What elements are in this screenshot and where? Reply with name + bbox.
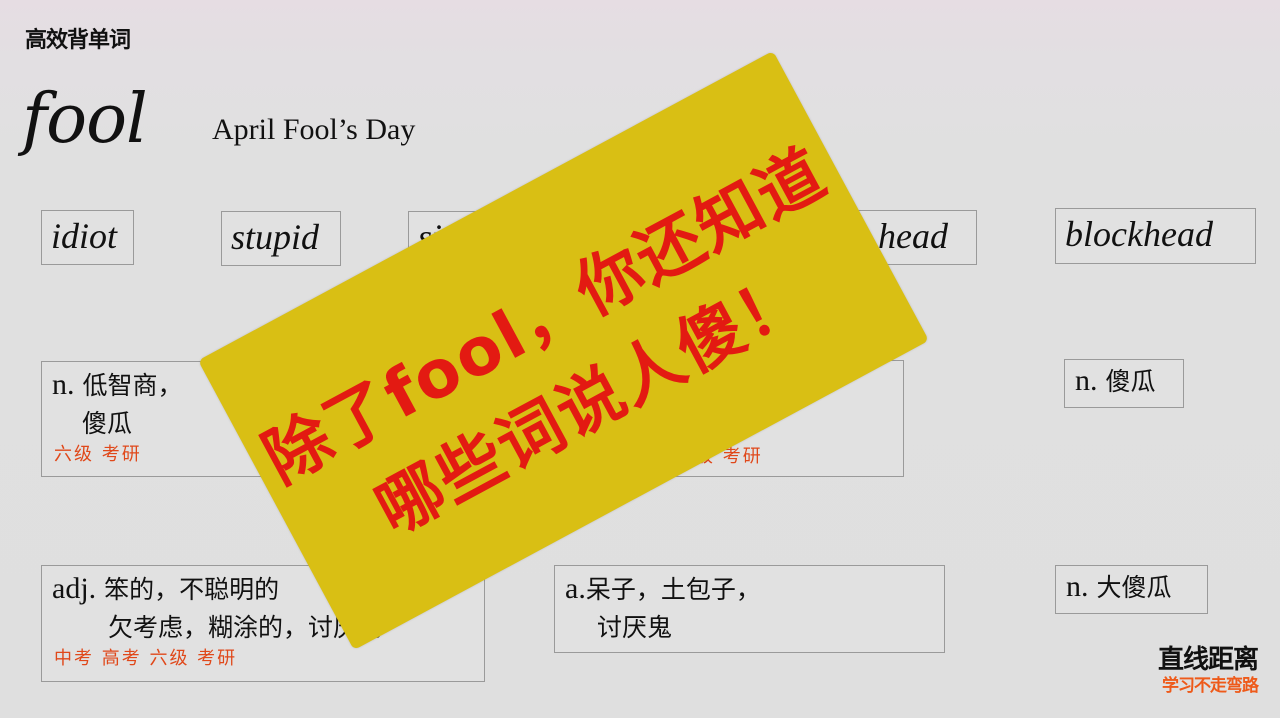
definition-line-1: 傻瓜 <box>1105 367 1156 396</box>
definition-text: n. 大傻瓜 <box>1056 566 1207 607</box>
synonym-word: stupid <box>231 217 320 257</box>
part-of-speech: n. <box>52 368 75 401</box>
definition-line-1: 大傻瓜 <box>1096 573 1172 602</box>
channel-logo: 直线距离 学习不走弯路 <box>1157 645 1259 697</box>
definition-text: a.呆子，土包子， 讨厌鬼 <box>555 566 944 647</box>
synonym-box-idiot: idiot <box>41 210 134 265</box>
synonym-word: idiot <box>51 216 118 256</box>
exam-tags: 中考 高考 六级 考研 <box>54 648 238 669</box>
headword: fool <box>22 80 148 159</box>
definition-box-bottom-right: n. 大傻瓜 <box>1055 565 1208 614</box>
definition-line-1: 低智商， <box>82 371 183 400</box>
channel-name: 直线距离 <box>1157 645 1259 675</box>
part-of-speech: n. <box>1075 364 1098 397</box>
channel-slogan: 学习不走弯路 <box>1162 676 1259 696</box>
definition-box-bottom-middle: a.呆子，土包子， 讨厌鬼 <box>554 565 945 653</box>
definition-line-1: 呆子，土包子， <box>585 575 761 604</box>
part-of-speech: a. <box>565 572 586 605</box>
example-phrase: April Fool’s Day <box>212 113 416 146</box>
part-of-speech: adj. <box>52 572 97 605</box>
definition-line-1: 笨的，不聪明的 <box>104 575 280 604</box>
definition-text: n. 傻瓜 <box>1065 360 1183 401</box>
part-of-speech: n. <box>1066 570 1089 603</box>
synonym-box-blockhead: blockhead <box>1055 208 1256 264</box>
synonym-box-stupid: stupid <box>221 211 341 266</box>
synonym-word: blockhead <box>1065 214 1213 254</box>
definition-box-blockhead: n. 傻瓜 <box>1064 359 1184 408</box>
definition-line-2: 讨厌鬼 <box>597 613 673 642</box>
series-title: 高效背单词 <box>25 28 131 53</box>
